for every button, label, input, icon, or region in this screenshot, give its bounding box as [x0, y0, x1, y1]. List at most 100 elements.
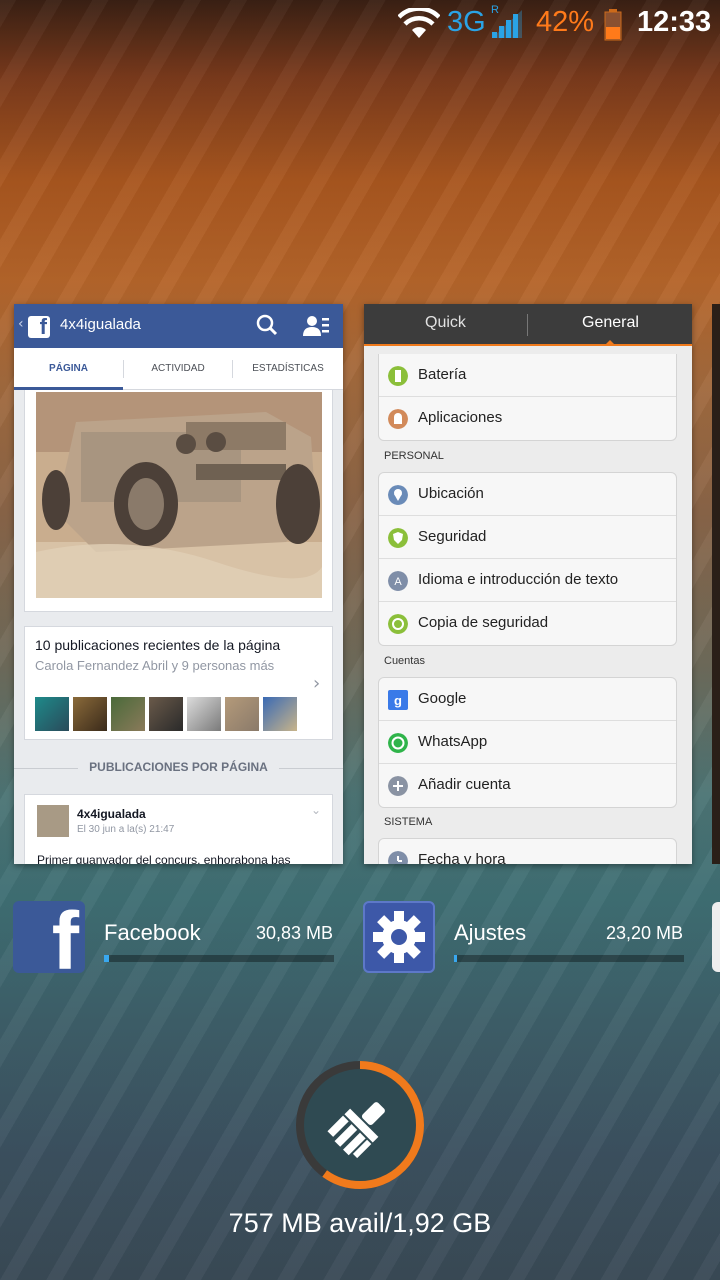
- recent-posts-title: 10 publicaciones recientes de la página: [35, 637, 281, 653]
- page-title: 4x4igualada: [60, 316, 141, 333]
- chevron-right-icon[interactable]: ›: [313, 673, 320, 694]
- settings-item-bateria[interactable]: Batería: [379, 354, 676, 397]
- gear-icon: [373, 911, 425, 963]
- settings-item-anadir-cuenta[interactable]: Añadir cuenta: [379, 764, 676, 807]
- add-icon: [388, 776, 408, 796]
- tab-pagina[interactable]: PÁGINA: [14, 348, 123, 390]
- memory-summary: 757 MB avail/1,92 GB: [228, 1208, 492, 1238]
- section-header: PUBLICACIONES POR PÁGINA: [14, 754, 343, 784]
- thumbnail[interactable]: [263, 697, 297, 731]
- settings-item-label: Seguridad: [418, 528, 487, 545]
- settings-group-system: Fecha y hora: [378, 838, 677, 864]
- settings-group-personal: Ubicación Seguridad A Idioma e introducc…: [378, 472, 677, 646]
- memory-bar-fill: [104, 955, 109, 962]
- thumbnail[interactable]: [149, 697, 183, 731]
- thumbnail[interactable]: [35, 697, 69, 731]
- android-icon: [388, 409, 408, 429]
- settings-group-device: Batería Aplicaciones: [378, 354, 677, 441]
- whatsapp-icon: [388, 733, 408, 753]
- section-header-personal: PERSONAL: [384, 450, 444, 462]
- svg-text:g: g: [394, 693, 402, 708]
- recent-thumbnails: [35, 697, 297, 731]
- settings-item-copia-seguridad[interactable]: Copia de seguridad: [379, 602, 676, 645]
- clock: 12:33: [637, 6, 712, 38]
- settings-item-label: WhatsApp: [418, 733, 488, 750]
- tab-actividad[interactable]: ACTIVIDAD: [124, 348, 232, 390]
- divider: [279, 768, 343, 769]
- friends-icon[interactable]: [302, 314, 330, 338]
- tab-divider: [527, 314, 528, 336]
- shield-icon: [388, 528, 408, 548]
- post-text: Primer guanyador del concurs, enhorabona…: [37, 853, 291, 864]
- section-header-label: PUBLICACIONES POR PÁGINA: [89, 760, 268, 774]
- battery-icon: [388, 366, 408, 386]
- tab-quick[interactable]: Quick: [425, 314, 466, 332]
- location-icon: [388, 485, 408, 505]
- thumbnail[interactable]: [225, 697, 259, 731]
- settings-app-icon[interactable]: [363, 901, 435, 973]
- battery-icon: [604, 9, 622, 41]
- network-type: 3G: [447, 6, 486, 38]
- post-date: El 30 jun a la(s) 21:47: [77, 824, 175, 835]
- settings-item-ubicacion[interactable]: Ubicación: [379, 473, 676, 516]
- settings-item-fecha-hora[interactable]: Fecha y hora: [379, 839, 676, 864]
- back-icon[interactable]: ‹: [18, 316, 24, 332]
- settings-item-google[interactable]: g Google: [379, 678, 676, 721]
- signal-icon: [492, 10, 522, 38]
- selected-tab-indicator: [604, 340, 616, 346]
- recent-app-card-settings[interactable]: Quick General Batería Aplicaciones PERSO…: [364, 304, 692, 864]
- recent-posts-subtitle: Carola Fernandez Abril y 9 personas más: [35, 658, 275, 673]
- app-memory-settings: 23,20 MB: [605, 923, 683, 943]
- svg-text:A: A: [394, 576, 402, 588]
- recent-posts-panel[interactable]: 10 publicaciones recientes de la página …: [24, 626, 333, 740]
- facebook-tabs: PÁGINA ACTIVIDAD ESTADÍSTICAS: [14, 348, 343, 390]
- facebook-app-icon[interactable]: f: [13, 901, 85, 973]
- settings-item-aplicaciones[interactable]: Aplicaciones: [379, 397, 676, 440]
- app-name-facebook: Facebook: [104, 920, 201, 945]
- section-header-sistema: SISTEMA: [384, 816, 433, 828]
- settings-item-label: Idioma e introducción de texto: [418, 571, 619, 588]
- settings-tabbar: Quick General: [364, 304, 692, 346]
- post-author[interactable]: 4x4igualada: [77, 807, 146, 821]
- backup-icon: [388, 614, 408, 634]
- settings-group-accounts: g Google WhatsApp Añadir cuenta: [378, 677, 677, 808]
- search-icon[interactable]: [256, 314, 278, 336]
- facebook-toolbar: ‹ f 4x4igualada: [14, 304, 343, 348]
- thumbnail[interactable]: [187, 697, 221, 731]
- settings-item-label: Google: [418, 690, 467, 707]
- thumbnail[interactable]: [111, 697, 145, 731]
- settings-item-label: Ubicación: [418, 485, 484, 502]
- facebook-logo-icon: f: [28, 314, 50, 339]
- app-name-settings: Ajustes: [454, 920, 527, 945]
- chevron-down-icon[interactable]: ⌄: [311, 803, 321, 817]
- clean-memory-button[interactable]: [294, 1059, 426, 1191]
- app-memory-facebook: 30,83 MB: [255, 923, 333, 943]
- memory-bar-facebook: [104, 955, 334, 962]
- settings-item-idioma[interactable]: A Idioma e introducción de texto: [379, 559, 676, 602]
- google-icon: g: [388, 690, 408, 710]
- settings-item-seguridad[interactable]: Seguridad: [379, 516, 676, 559]
- status-bar: 3G R 42% 12:33: [0, 0, 720, 50]
- settings-item-label: Fecha y hora: [418, 851, 506, 864]
- settings-item-label: Añadir cuenta: [418, 776, 511, 793]
- wifi-icon: [398, 8, 440, 38]
- settings-item-label: Batería: [418, 366, 467, 383]
- clock-icon: [388, 851, 408, 864]
- tab-estadisticas[interactable]: ESTADÍSTICAS: [233, 348, 343, 390]
- next-app-icon-edge[interactable]: [712, 902, 720, 972]
- next-card-edge[interactable]: [712, 304, 720, 864]
- memory-bar-fill: [454, 955, 458, 962]
- settings-item-label: Aplicaciones: [418, 409, 503, 426]
- settings-item-label: Copia de seguridad: [418, 614, 549, 631]
- tab-general[interactable]: General: [582, 314, 639, 332]
- memory-bar-settings: [454, 955, 684, 962]
- section-header-cuentas: Cuentas: [384, 655, 425, 667]
- battery-percent: 42%: [536, 6, 595, 38]
- post-card[interactable]: 4x4igualada El 30 jun a la(s) 21:47 ⌄ Pr…: [24, 794, 333, 864]
- settings-item-whatsapp[interactable]: WhatsApp: [379, 721, 676, 764]
- cover-photo-panel: [24, 390, 333, 612]
- recent-app-card-facebook[interactable]: ‹ f 4x4igualada PÁGINA ACTIVIDAD ESTADÍS…: [14, 304, 343, 864]
- thumbnail[interactable]: [73, 697, 107, 731]
- avatar[interactable]: [37, 805, 69, 837]
- cover-photo[interactable]: [36, 392, 322, 598]
